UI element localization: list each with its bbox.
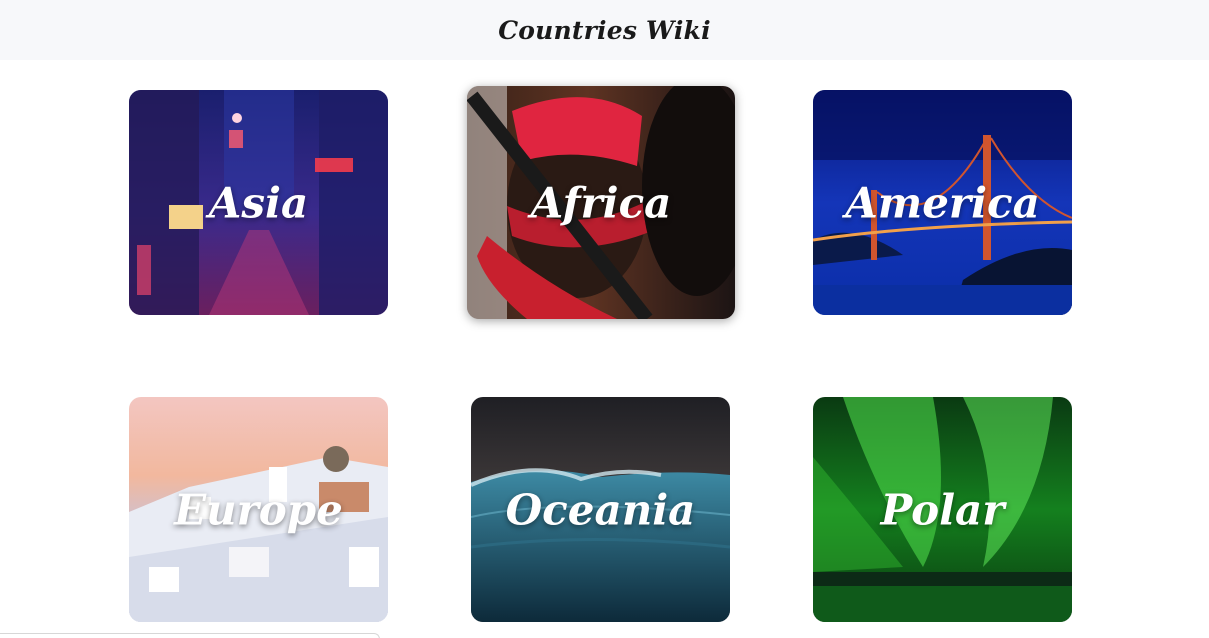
site-title: Countries Wiki bbox=[498, 15, 711, 45]
region-label-africa: Africa bbox=[530, 178, 672, 227]
top-navbar: Countries Wiki bbox=[0, 0, 1209, 60]
region-label-europe: Europe bbox=[174, 485, 343, 534]
region-label-oceania: Oceania bbox=[505, 485, 696, 534]
region-card-polar[interactable]: Polar bbox=[813, 397, 1072, 622]
region-card-africa[interactable]: Africa bbox=[467, 86, 735, 319]
region-label-asia: Asia bbox=[208, 178, 309, 227]
region-label-polar: Polar bbox=[880, 485, 1005, 534]
region-card-europe[interactable]: Europe bbox=[129, 397, 388, 622]
bottom-edge-element bbox=[0, 633, 380, 638]
region-card-oceania[interactable]: Oceania bbox=[471, 397, 730, 622]
region-card-asia[interactable]: Asia bbox=[129, 90, 388, 315]
region-label-america: America bbox=[845, 178, 1040, 227]
region-card-america[interactable]: America bbox=[813, 90, 1072, 315]
